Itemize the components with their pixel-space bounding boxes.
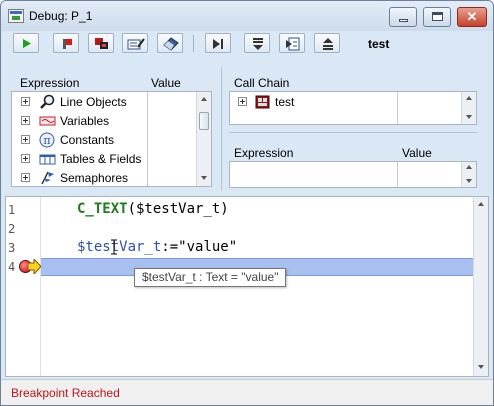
minimize-button[interactable] xyxy=(389,7,417,27)
watch-list[interactable] xyxy=(229,161,477,188)
code-arguments: ($testVar_t) xyxy=(127,201,229,217)
watch-value-header: Value xyxy=(402,146,432,160)
call-chain-item-label: test xyxy=(275,95,295,109)
watch-list-scrollbar[interactable] xyxy=(461,162,476,187)
call-chain-item-test[interactable]: test xyxy=(230,93,410,112)
list-item-tables-fields[interactable]: Tables & Fields xyxy=(12,150,192,169)
run-button[interactable] xyxy=(13,33,39,53)
pane-splitter[interactable] xyxy=(221,67,222,191)
trace-icon xyxy=(286,37,300,51)
pi-icon: π xyxy=(39,132,55,148)
line-number: 3 xyxy=(8,241,16,255)
expression-list[interactable]: Line Objects Variables π Constants Table… xyxy=(11,91,212,187)
column-divider xyxy=(397,92,398,124)
trace-button[interactable] xyxy=(279,33,305,53)
list-item-label: Line Objects xyxy=(60,95,127,109)
editor-scrollbar[interactable] xyxy=(473,197,488,376)
line-number: 4 xyxy=(8,260,16,274)
scroll-up-icon[interactable] xyxy=(466,165,472,169)
list-item-label: Tables & Fields xyxy=(60,152,142,166)
title-bar[interactable]: Debug: P_1 ✕ xyxy=(1,1,493,31)
command-keyword: C_TEXT xyxy=(77,201,128,217)
variable-tooltip: $testVar_t : Text = "value" xyxy=(134,268,287,287)
step-out-button[interactable] xyxy=(314,33,340,53)
debug-window: Debug: P_1 ✕ test Expression Value Line … xyxy=(0,0,494,406)
list-item-line-objects[interactable]: Line Objects xyxy=(12,93,192,112)
scroll-up-icon[interactable] xyxy=(466,96,472,100)
expand-icon[interactable] xyxy=(21,154,30,163)
scroll-down-icon[interactable] xyxy=(201,176,207,180)
variable-token: $testVar_t xyxy=(77,239,162,255)
close-icon: ✕ xyxy=(466,9,478,24)
scroll-up-icon[interactable] xyxy=(478,202,484,206)
edit-button[interactable] xyxy=(122,33,148,53)
text-cursor-icon xyxy=(111,239,117,255)
eraser-icon xyxy=(163,37,179,51)
status-message: Breakpoint Reached xyxy=(11,386,120,400)
scroll-down-icon[interactable] xyxy=(466,115,472,119)
code-line-3[interactable]: $testVar_t:="value" xyxy=(77,239,237,255)
scroll-down-icon[interactable] xyxy=(466,179,472,183)
run-icon xyxy=(23,39,31,48)
step-over-button[interactable] xyxy=(205,33,231,53)
svg-text:π: π xyxy=(43,134,50,147)
edit-icon xyxy=(127,38,145,50)
pane-splitter-horizontal[interactable] xyxy=(229,132,477,133)
value-column-header: Value xyxy=(151,76,181,90)
list-item-label: Variables xyxy=(60,114,110,128)
stop-icon xyxy=(63,39,72,49)
code-editor[interactable]: 1 2 3 4 C_TEXT($testVar_t) $testVar_t:="… xyxy=(5,196,489,377)
expand-icon[interactable] xyxy=(21,116,30,125)
status-bar: Breakpoint Reached xyxy=(1,379,493,405)
minimize-icon xyxy=(399,19,408,22)
maximize-button[interactable] xyxy=(423,7,451,27)
list-item-variables[interactable]: Variables xyxy=(12,112,192,131)
list-item-semaphores[interactable]: Semaphores xyxy=(12,169,192,188)
toolbar-separator xyxy=(193,35,194,52)
semaphore-icon xyxy=(41,171,54,185)
app-icon xyxy=(8,9,24,23)
method-icon xyxy=(255,95,270,109)
expression-column-header: Expression xyxy=(20,76,80,90)
clear-button[interactable] xyxy=(157,33,183,53)
stop-button[interactable] xyxy=(53,33,79,53)
call-chain-header: Call Chain xyxy=(234,76,290,90)
current-method-label: test xyxy=(368,37,390,51)
scroll-thumb[interactable] xyxy=(199,112,209,130)
expand-icon[interactable] xyxy=(21,173,30,182)
assignment-expression: :="value" xyxy=(161,239,238,255)
close-button[interactable]: ✕ xyxy=(457,7,487,27)
magnifier-icon xyxy=(40,94,55,109)
expand-icon[interactable] xyxy=(21,97,30,106)
table-fields-icon xyxy=(39,154,56,165)
list-item-label: Semaphores xyxy=(60,171,129,185)
debug-toolbar: test xyxy=(9,33,485,57)
step-into-icon xyxy=(253,38,263,50)
gutter-divider xyxy=(40,197,41,376)
step-over-icon xyxy=(213,39,223,49)
step-into-button[interactable] xyxy=(244,33,270,53)
list-item-constants[interactable]: π Constants xyxy=(12,131,192,150)
scroll-up-icon[interactable] xyxy=(201,97,207,101)
abort-icon xyxy=(95,38,108,49)
line-number: 1 xyxy=(8,203,16,217)
watch-expression-header: Expression xyxy=(234,146,294,160)
expression-list-scrollbar[interactable] xyxy=(196,92,211,186)
expand-icon[interactable] xyxy=(21,135,30,144)
abort-button[interactable] xyxy=(88,33,114,53)
list-item-label: Constants xyxy=(60,133,115,147)
column-divider xyxy=(397,162,398,187)
maximize-icon xyxy=(432,12,443,21)
expand-icon[interactable] xyxy=(238,97,247,106)
line-number: 2 xyxy=(8,222,16,236)
window-title: Debug: P_1 xyxy=(29,9,93,23)
call-chain-scrollbar[interactable] xyxy=(461,92,476,124)
scroll-down-icon[interactable] xyxy=(478,365,484,369)
call-chain-list[interactable]: test xyxy=(229,91,477,125)
variables-icon xyxy=(39,116,56,126)
execution-pointer-icon xyxy=(28,259,41,274)
code-line-1[interactable]: C_TEXT($testVar_t) xyxy=(77,201,229,217)
step-out-icon xyxy=(323,38,333,50)
expression-pane: Expression Value Line Objects Variables … xyxy=(11,69,217,189)
